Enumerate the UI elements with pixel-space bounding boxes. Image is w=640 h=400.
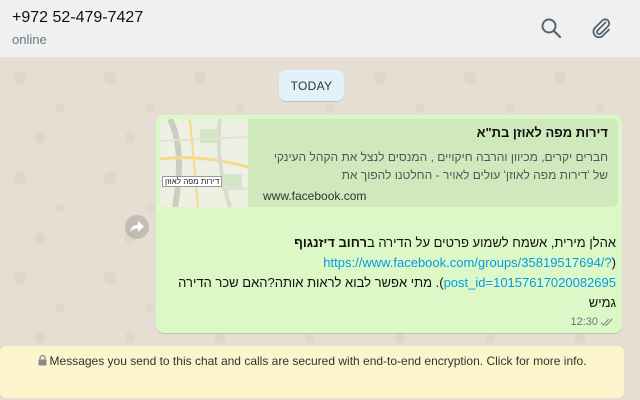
paperclip-icon[interactable] <box>589 16 613 40</box>
read-receipt-icon <box>600 318 613 327</box>
chat-header: +972 52-479-7427 online <box>0 0 640 58</box>
thumbnail-label: דירות מפה לאוזן <box>162 176 223 187</box>
message-text: אהלן מירית, אשמח לשמוע פרטים על הדירה בר… <box>164 233 616 313</box>
message-text-part1: אהלן מירית, אשמח לשמוע פרטים על הדירה ב <box>366 235 616 250</box>
search-icon[interactable] <box>539 16 563 40</box>
link-preview-description: חברים יקרים, מכיוון והרבה חיקויים , המנס… <box>273 150 608 182</box>
encryption-notice-text: Messages you send to this chat and calls… <box>49 354 587 368</box>
encryption-notice[interactable]: Messages you send to this chat and calls… <box>0 346 624 398</box>
link-preview[interactable]: דירות מפה לאוזן דירות מפה לאוזן בת"א חבר… <box>160 119 618 207</box>
link-preview-title: דירות מפה לאוזן בת"א <box>476 125 608 140</box>
message-time: 12:30 <box>570 316 598 328</box>
outgoing-message[interactable]: דירות מפה לאוזן דירות מפה לאוזן בת"א חבר… <box>156 115 622 333</box>
message-text-bold: רחוב דיזנגוף <box>294 235 367 250</box>
lock-icon <box>38 355 47 366</box>
day-separator: TODAY <box>279 70 344 101</box>
message-text-part2: ( <box>611 255 616 270</box>
link-preview-domain: www.facebook.com <box>263 189 367 203</box>
link-preview-thumbnail: דירות מפה לאוזן <box>160 119 249 207</box>
contact-status: online <box>12 32 47 47</box>
forward-icon[interactable] <box>125 215 149 239</box>
contact-name[interactable]: +972 52-479-7427 <box>12 9 143 27</box>
